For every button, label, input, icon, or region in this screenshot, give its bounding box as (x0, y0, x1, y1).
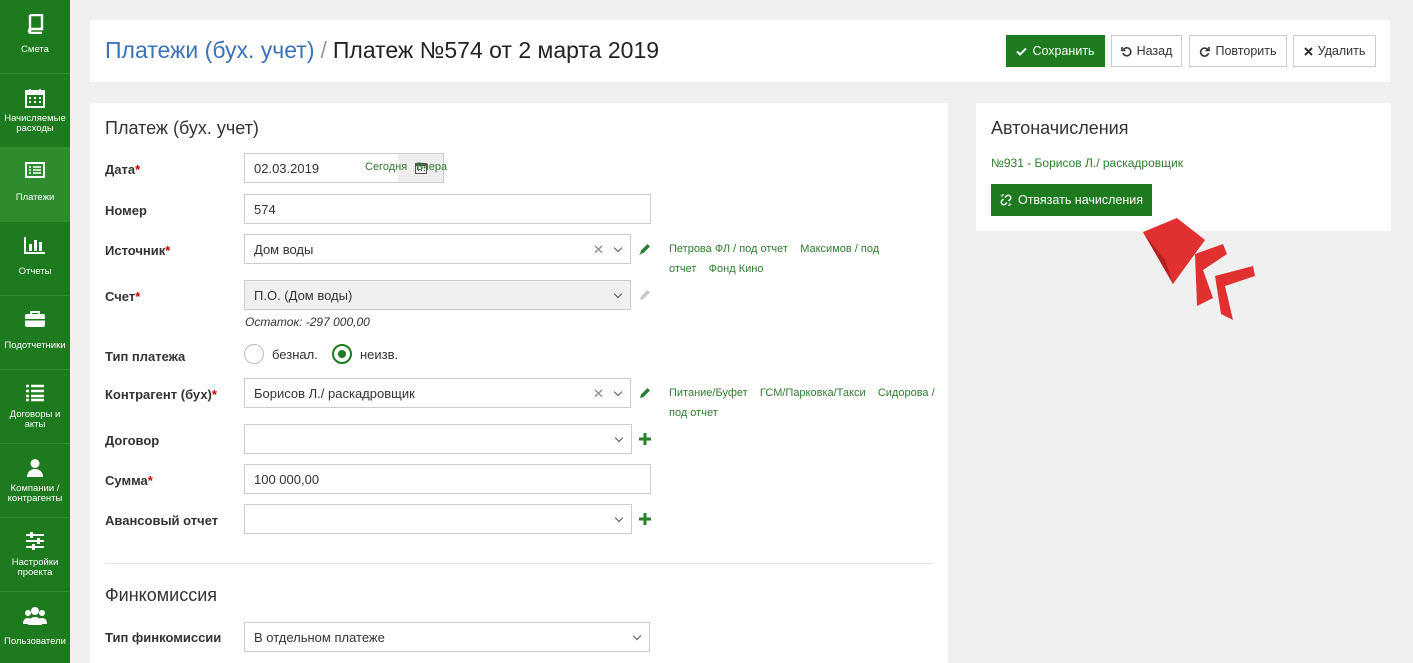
source-label: Источник* (105, 243, 171, 258)
sidebar-item-label: Компании / контрагенты (7, 483, 63, 504)
today-link[interactable]: Сегодня (365, 161, 407, 173)
sidebar-item-contracts[interactable]: Договоры и акты (0, 370, 70, 444)
quick-link-source[interactable]: Петрова ФЛ / под отчет (669, 243, 788, 255)
sidebar-item-label: Смета (21, 44, 49, 55)
number-input[interactable]: 574 (244, 194, 651, 224)
add-advance-report-plus-icon[interactable] (639, 513, 651, 525)
unlink-charges-label: Отвязать начисления (1017, 193, 1144, 207)
source-select[interactable]: Дом воды ✕ (244, 234, 631, 264)
counterparty-label: Контрагент (бух)* (105, 387, 217, 402)
chevron-down-icon (614, 513, 624, 523)
unlink-charges-button[interactable]: Отвязать начисления (991, 184, 1152, 216)
sidebar-item-reports[interactable]: Отчеты (0, 222, 70, 296)
number-label: Номер (105, 203, 147, 218)
payment-type-unknown-label: неизв. (360, 347, 399, 362)
sidebar-item-accrued-expenses[interactable]: Начисляемые расходы (0, 74, 70, 148)
payment-form-panel: Платеж (бух. учет) Дата* 02.03.2019 Сего… (90, 103, 948, 663)
list-icon (0, 384, 70, 406)
account-select[interactable]: П.О. (Дом воды) (244, 280, 631, 310)
breadcrumb-separator: / (320, 37, 327, 63)
source-quick-links: Петрова ФЛ / под отчет Максимов / под от… (669, 239, 909, 279)
section-divider (105, 563, 933, 564)
sidebar-item-label: Подотчетники (4, 340, 66, 351)
refresh-icon (1200, 46, 1211, 57)
sidebar: Смета Начисляемые расходы Платежи Отчеты… (0, 0, 70, 663)
form-title: Платеж (бух. учет) (105, 118, 259, 138)
clear-icon[interactable]: ✕ (593, 242, 604, 258)
autocharge-link[interactable]: №931 - Борисов Л./ раскадровщик (991, 156, 1183, 170)
sidebar-item-label: Начисляемые расходы (4, 113, 66, 134)
chevron-down-icon (614, 433, 624, 443)
back-button[interactable]: Назад (1111, 35, 1182, 67)
chevron-down-icon (632, 631, 642, 641)
undo-icon (1120, 46, 1132, 57)
quick-link-counterparty[interactable]: ГСМ/Парковка/Такси (760, 387, 866, 399)
repeat-button-label: Повторить (1215, 44, 1277, 58)
yesterday-link[interactable]: Вчера (416, 161, 447, 173)
breadcrumb-payments-link[interactable]: Платежи (бух. учет) (105, 37, 314, 63)
payment-type-label: Тип платежа (105, 349, 186, 364)
fincommission-type-select[interactable]: В отдельном платеже (244, 622, 650, 652)
quick-link-counterparty[interactable]: Питание/Буфет (669, 387, 748, 399)
close-icon (1303, 46, 1313, 56)
delete-button[interactable]: Удалить (1293, 35, 1376, 67)
advance-report-label: Авансовый отчет (105, 513, 219, 528)
list-card-icon (0, 162, 70, 184)
edit-source-pencil-icon[interactable] (638, 242, 652, 256)
bar-chart-icon (0, 236, 70, 258)
payment-type-cashless-label: безнал. (272, 347, 318, 362)
fincommission-type-label: Тип финкомиссии (105, 630, 222, 645)
sidebar-item-users[interactable]: Пользователи (0, 592, 70, 663)
counterparty-select[interactable]: Борисов Л./ раскадровщик ✕ (244, 378, 631, 408)
save-button-label: Сохранить (1032, 44, 1095, 58)
save-button[interactable]: Сохранить (1006, 35, 1105, 67)
check-icon (1016, 47, 1028, 56)
user-icon (0, 458, 70, 480)
sum-input[interactable]: 100 000,00 (244, 464, 651, 494)
contract-label: Договор (105, 433, 160, 448)
users-icon (0, 606, 70, 628)
calendar-icon (0, 88, 70, 110)
sidebar-item-project-settings[interactable]: Настройки проекта (0, 518, 70, 592)
sidebar-item-label: Отчеты (18, 266, 52, 277)
account-label: Счет* (105, 289, 141, 304)
red-chevron-pointer-icon (1143, 218, 1255, 320)
sidebar-item-label: Договоры и акты (9, 409, 61, 430)
payment-title: Платеж №574 от 2 марта 2019 (332, 37, 660, 63)
repeat-button[interactable]: Повторить (1189, 35, 1287, 67)
page-title: Платежи (бух. учет) / Платеж №574 от 2 мар… (105, 37, 659, 64)
chevron-down-icon (613, 289, 623, 299)
sidebar-item-label: Настройки проекта (11, 557, 59, 578)
payment-type-cashless-radio[interactable] (244, 344, 264, 364)
account-balance: Остаток: -297 000,00 (245, 315, 370, 329)
sum-label: Сумма* (105, 473, 153, 488)
edit-counterparty-pencil-icon[interactable] (638, 386, 652, 400)
fincommission-title: Финкомиссия (105, 585, 217, 605)
delete-button-label: Удалить (1317, 44, 1366, 58)
counterparty-quick-links: Питание/Буфет ГСМ/Парковка/Такси Сидоров… (669, 383, 939, 423)
add-contract-plus-icon[interactable] (639, 433, 651, 445)
sidebar-item-accountable-persons[interactable]: Подотчетники (0, 296, 70, 370)
briefcase-icon (0, 310, 70, 332)
chevron-down-icon (613, 387, 623, 397)
payment-type-unknown-radio[interactable] (332, 344, 352, 364)
back-button-label: Назад (1136, 44, 1173, 58)
unlink-icon (1000, 194, 1012, 206)
book-icon (0, 14, 70, 36)
contract-select[interactable] (244, 424, 632, 454)
sidebar-item-companies[interactable]: Компании / контрагенты (0, 444, 70, 518)
quick-link-source[interactable]: Фонд Кино (709, 263, 764, 275)
sidebar-item-payments[interactable]: Платежи (0, 148, 70, 222)
page-header: Платежи (бух. учет) / Платеж №574 от 2 мар… (90, 20, 1390, 82)
autocharges-title: Автоначисления (991, 118, 1129, 138)
chevron-down-icon (613, 243, 623, 253)
advance-report-select[interactable] (244, 504, 632, 534)
edit-account-pencil-icon (640, 290, 650, 300)
sidebar-item-estimate[interactable]: Смета (0, 0, 70, 74)
sliders-icon (0, 532, 70, 554)
sidebar-item-label: Пользователи (3, 636, 66, 647)
date-label: Дата* (105, 162, 141, 177)
clear-icon[interactable]: ✕ (593, 386, 604, 402)
sidebar-item-label: Платежи (15, 192, 55, 203)
